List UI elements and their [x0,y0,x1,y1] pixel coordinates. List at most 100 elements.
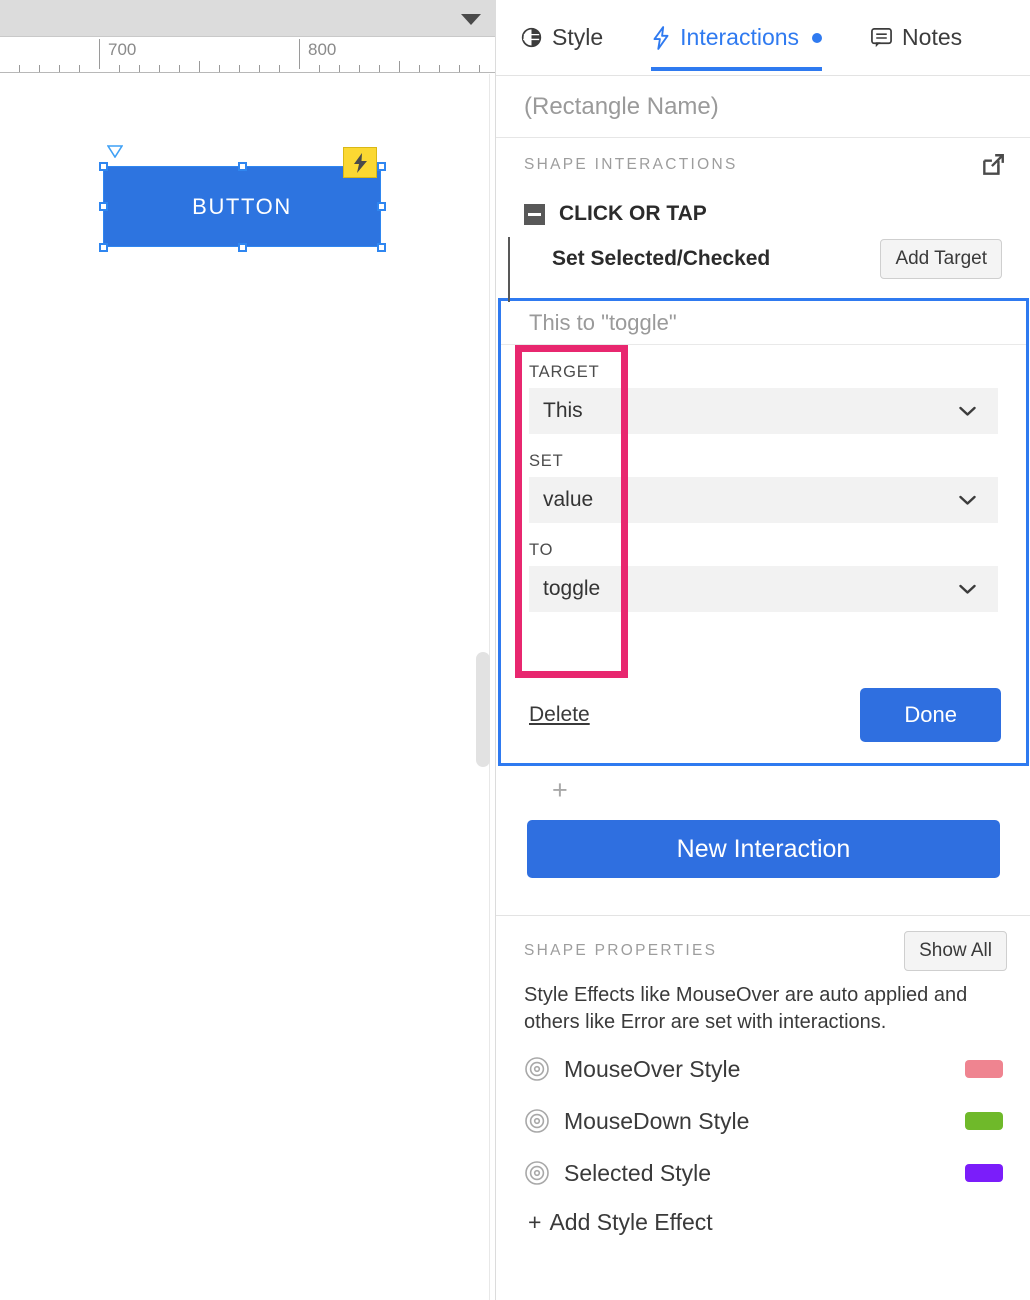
resize-handle-w[interactable] [99,202,108,211]
chevron-down-icon [959,584,976,594]
ruler-tick [379,65,380,72]
ruler-tick [299,39,300,69]
ruler-tick [319,65,320,72]
shape-properties-description: Style Effects like MouseOver are auto ap… [524,984,968,1033]
button-widget[interactable]: BUTTON [103,166,381,247]
interaction-badge[interactable] [343,147,377,178]
style-effect-name: MouseDown Style [564,1107,750,1134]
horizontal-ruler[interactable]: 700 800 [0,37,495,73]
add-target-button[interactable]: Add Target [880,239,1002,279]
target-icon [525,1109,549,1133]
external-link-icon[interactable] [980,152,1006,178]
rotate-handle-icon[interactable] [107,145,123,158]
resize-handle-ne[interactable] [377,162,386,171]
ruler-tick [419,65,420,72]
style-effects-list: MouseOver Style MouseDown Style Selected… [496,1043,1030,1236]
target-icon [525,1161,549,1185]
ruler-tick [219,65,220,72]
action-editor: This to "toggle" TARGET This SET value T… [498,298,1029,766]
set-select-value: value [543,488,594,511]
new-interaction-wrap: New Interaction [496,820,1030,878]
ruler-tick [239,65,240,72]
lightning-icon [353,152,367,173]
widget-name-placeholder: (Rectangle Name) [524,92,719,120]
resize-handle-n[interactable] [238,162,247,171]
resize-handle-se[interactable] [377,243,386,252]
ruler-tick [459,65,460,72]
style-effect-left: Selected Style [524,1160,711,1187]
field-set: SET value [501,434,1026,523]
style-effect-swatch[interactable] [965,1060,1003,1078]
tab-notes[interactable]: Notes [870,0,962,76]
target-select[interactable]: This [529,388,998,434]
ruler-label-700: 700 [108,40,137,59]
ruler-tick [279,65,280,72]
event-click-or-tap[interactable]: CLICK OR TAP [496,192,1030,236]
style-icon [521,27,542,48]
done-button[interactable]: Done [860,688,1001,742]
caret-down-icon[interactable] [461,14,481,25]
ruler-tick [79,65,80,72]
style-effect-left: MouseDown Style [524,1108,749,1135]
case-set-selected-checked[interactable]: Set Selected/Checked Add Target [496,236,1030,282]
style-effect-swatch[interactable] [965,1164,1003,1182]
editor-actions: Delete Done [501,667,1026,763]
to-select[interactable]: toggle [529,566,998,612]
show-all-button[interactable]: Show All [904,931,1007,971]
delete-link[interactable]: Delete [529,703,590,727]
tab-style-label: Style [552,24,604,50]
resize-handle-s[interactable] [238,243,247,252]
section-divider [496,915,1030,916]
resize-handle-e[interactable] [377,202,386,211]
ruler-tick [479,65,480,72]
style-effect-mouseover[interactable]: MouseOver Style [496,1043,1030,1095]
tab-interactions-label: Interactions [680,24,800,50]
artboard[interactable] [0,74,495,1300]
style-effect-swatch[interactable] [965,1112,1003,1130]
new-interaction-button[interactable]: New Interaction [527,820,1000,878]
event-click-or-tap-label: CLICK OR TAP [559,202,707,225]
resize-handle-sw[interactable] [99,243,108,252]
add-action-row[interactable]: + [496,770,1030,810]
tab-interactions[interactable]: Interactions [651,0,823,76]
style-effect-name: Selected Style [564,1159,712,1186]
collapse-minus-icon[interactable] [524,203,545,225]
field-to-label: TO [529,541,554,559]
button-widget-label: BUTTON [192,193,292,219]
shape-properties-title: SHAPE PROPERTIES [524,942,718,959]
unsaved-indicator-dot [812,32,823,43]
canvas-toolbar [0,0,495,37]
style-effect-selected[interactable]: Selected Style [496,1147,1030,1199]
shape-properties-header: SHAPE PROPERTIES Show All [496,928,1030,974]
event-tree-connector [508,237,510,302]
ruler-tick [179,65,180,72]
widget-name-row[interactable]: (Rectangle Name) [496,76,1030,138]
tab-style[interactable]: Style [520,0,603,76]
set-select[interactable]: value [529,477,998,523]
ruler-tick [59,65,60,72]
ruler-tick [39,65,40,72]
style-effect-mousedown[interactable]: MouseDown Style [496,1095,1030,1147]
ruler-tick [259,65,260,72]
field-to: TO toggle [501,523,1026,612]
chevron-down-icon [959,495,976,505]
to-select-value: toggle [543,577,601,600]
ruler-tick [99,39,100,69]
style-effect-left: MouseOver Style [524,1056,740,1083]
plus-icon[interactable]: + [552,776,568,804]
lightning-icon [653,25,669,50]
field-target: TARGET This [501,345,1026,434]
resize-handle-nw[interactable] [99,162,108,171]
plus-icon: + [528,1209,542,1235]
inspector-panel: Style Interactions Notes (Rectangle Name… [495,0,1030,1300]
note-icon [871,27,892,47]
add-style-effect-button[interactable]: + Add Style Effect [496,1199,1030,1236]
chevron-down-icon [959,406,976,416]
shape-interactions-header: SHAPE INTERACTIONS [496,138,1030,192]
action-summary[interactable]: This to "toggle" [501,301,1026,345]
case-label: Set Selected/Checked [552,247,771,270]
ruler-tick [139,65,140,72]
ruler-tick [159,65,160,72]
app-root: 700 800 BUTTON Style Interactions Notes … [0,0,1030,1300]
canvas-scrollbar-thumb[interactable] [476,652,490,767]
